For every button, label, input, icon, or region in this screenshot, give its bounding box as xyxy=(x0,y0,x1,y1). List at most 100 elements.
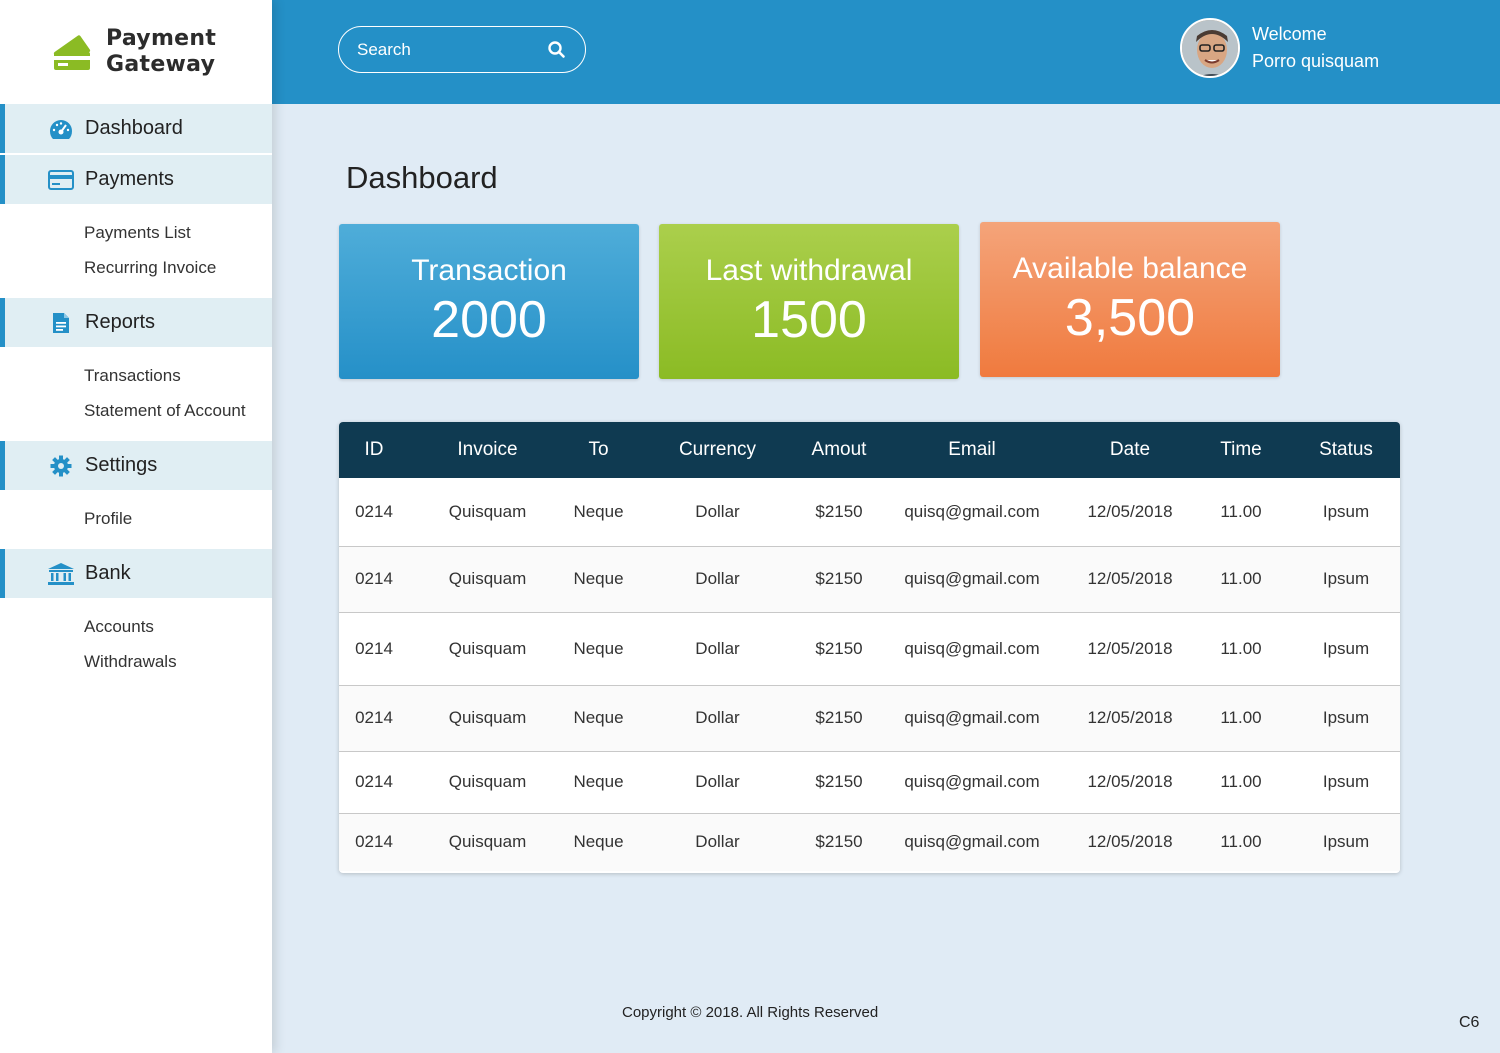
bank-icon xyxy=(47,562,75,586)
cell-to: Neque xyxy=(566,813,631,871)
table-row[interactable]: 0214 Quisquam Neque Dollar $2150 quisq@g… xyxy=(339,685,1400,752)
card-value: 2000 xyxy=(431,291,547,349)
sidebar-item-label: Dashboard xyxy=(85,117,183,139)
bank-submenu: Accounts Withdrawals xyxy=(0,600,272,692)
payment-card-logo-icon xyxy=(50,28,98,76)
column-header-id[interactable]: ID xyxy=(339,422,409,478)
payments-submenu: Payments List Recurring Invoice xyxy=(0,206,272,298)
sidebar-item-label: Settings xyxy=(85,454,158,476)
avatar[interactable] xyxy=(1180,18,1240,78)
sidebar: Payment Gateway Dashboard Payments Payme xyxy=(0,0,272,1053)
column-header-amount[interactable]: Amout xyxy=(804,422,874,478)
cell-email: quisq@gmail.com xyxy=(874,478,1070,547)
column-header-currency[interactable]: Currency xyxy=(631,422,804,478)
credit-card-icon xyxy=(47,169,75,190)
column-header-time[interactable]: Time xyxy=(1190,422,1292,478)
search-box xyxy=(338,26,586,73)
column-header-email[interactable]: Email xyxy=(874,422,1070,478)
document-icon xyxy=(47,312,75,334)
table-row[interactable]: 0214 Quisquam Neque Dollar $2150 quisq@g… xyxy=(339,751,1400,814)
cell-invoice: Quisquam xyxy=(409,813,566,871)
cell-currency: Dollar xyxy=(631,685,804,752)
cell-currency: Dollar xyxy=(631,612,804,686)
cell-invoice: Quisquam xyxy=(409,612,566,686)
welcome-text: Welcome Porro quisquam xyxy=(1252,21,1379,75)
cell-invoice: Quisquam xyxy=(409,751,566,814)
cell-amount: $2150 xyxy=(804,751,874,814)
cell-date: 12/05/2018 xyxy=(1070,813,1190,871)
sidebar-subitem-payments-list[interactable]: Payments List xyxy=(0,215,272,250)
sidebar-item-label: Payments xyxy=(85,168,174,190)
search-icon[interactable] xyxy=(547,40,567,60)
cell-time: 11.00 xyxy=(1190,751,1292,814)
cell-date: 12/05/2018 xyxy=(1070,546,1190,613)
cell-currency: Dollar xyxy=(631,478,804,547)
cell-date: 12/05/2018 xyxy=(1070,612,1190,686)
sidebar-item-dashboard[interactable]: Dashboard xyxy=(0,104,272,153)
cell-status: Ipsum xyxy=(1292,685,1400,752)
column-header-to[interactable]: To xyxy=(566,422,631,478)
cell-date: 12/05/2018 xyxy=(1070,685,1190,752)
table-row[interactable]: 0214 Quisquam Neque Dollar $2150 quisq@g… xyxy=(339,612,1400,686)
cell-date: 12/05/2018 xyxy=(1070,751,1190,814)
welcome-label: Welcome xyxy=(1252,24,1327,44)
cell-date: 12/05/2018 xyxy=(1070,478,1190,547)
search-input[interactable] xyxy=(357,39,537,60)
sidebar-item-payments[interactable]: Payments xyxy=(0,155,272,204)
cell-email: quisq@gmail.com xyxy=(874,751,1070,814)
table-row[interactable]: 0214 Quisquam Neque Dollar $2150 quisq@g… xyxy=(339,813,1400,871)
sidebar-subitem-withdrawals[interactable]: Withdrawals xyxy=(0,644,272,679)
brand-line-1: Payment xyxy=(106,26,217,51)
column-header-date[interactable]: Date xyxy=(1070,422,1190,478)
card-label: Transaction xyxy=(411,254,567,287)
table-header-row: ID Invoice To Currency Amout Email Date … xyxy=(339,422,1400,478)
sidebar-subitem-profile[interactable]: Profile xyxy=(0,501,272,536)
sidebar-subitem-statement-of-account[interactable]: Statement of Account xyxy=(0,393,272,428)
last-withdrawal-card[interactable]: Last withdrawal 1500 xyxy=(659,224,959,379)
sidebar-item-label: Bank xyxy=(85,562,131,584)
sidebar-item-label: Reports xyxy=(85,311,156,333)
card-label: Last withdrawal xyxy=(705,254,913,287)
sidebar-subitem-recurring-invoice[interactable]: Recurring Invoice xyxy=(0,250,272,285)
footer-copyright: Copyright © 2018. All Rights Reserved xyxy=(622,1004,879,1021)
table-row[interactable]: 0214 Quisquam Neque Dollar $2150 quisq@g… xyxy=(339,546,1400,613)
cell-time: 11.00 xyxy=(1190,478,1292,547)
cell-id: 0214 xyxy=(339,751,409,814)
cell-amount: $2150 xyxy=(804,685,874,752)
sidebar-subitem-accounts[interactable]: Accounts xyxy=(0,609,272,644)
cell-currency: Dollar xyxy=(631,546,804,613)
cell-email: quisq@gmail.com xyxy=(874,546,1070,613)
cell-to: Neque xyxy=(566,612,631,686)
corner-label: C6 xyxy=(1459,1014,1480,1031)
cell-to: Neque xyxy=(566,751,631,814)
sidebar-subitem-transactions[interactable]: Transactions xyxy=(0,358,272,393)
cell-currency: Dollar xyxy=(631,813,804,871)
cell-amount: $2150 xyxy=(804,478,874,547)
cell-invoice: Quisquam xyxy=(409,685,566,752)
column-header-status[interactable]: Status xyxy=(1292,422,1400,478)
cell-to: Neque xyxy=(566,546,631,613)
cell-id: 0214 xyxy=(339,612,409,686)
cell-status: Ipsum xyxy=(1292,813,1400,871)
cell-email: quisq@gmail.com xyxy=(874,813,1070,871)
sidebar-item-settings[interactable]: Settings xyxy=(0,441,272,490)
available-balance-card[interactable]: Available balance 3,500 xyxy=(980,222,1280,377)
user-menu[interactable]: Welcome Porro quisquam xyxy=(1180,18,1379,78)
cell-id: 0214 xyxy=(339,813,409,871)
transaction-card[interactable]: Transaction 2000 xyxy=(339,224,639,379)
transactions-table: ID Invoice To Currency Amout Email Date … xyxy=(339,422,1400,873)
brand-logo[interactable]: Payment Gateway xyxy=(0,0,272,104)
cell-currency: Dollar xyxy=(631,751,804,814)
brand-line-2: Gateway xyxy=(106,52,216,77)
table-row[interactable]: 0214 Quisquam Neque Dollar $2150 quisq@g… xyxy=(339,478,1400,547)
card-value: 1500 xyxy=(751,291,867,349)
sidebar-item-reports[interactable]: Reports xyxy=(0,298,272,347)
dashboard-gauge-icon xyxy=(47,118,75,140)
sidebar-item-bank[interactable]: Bank xyxy=(0,549,272,598)
cell-email: quisq@gmail.com xyxy=(874,612,1070,686)
brand-name: Payment Gateway xyxy=(106,26,216,78)
column-header-invoice[interactable]: Invoice xyxy=(409,422,566,478)
cell-status: Ipsum xyxy=(1292,751,1400,814)
cell-id: 0214 xyxy=(339,546,409,613)
cell-status: Ipsum xyxy=(1292,478,1400,547)
